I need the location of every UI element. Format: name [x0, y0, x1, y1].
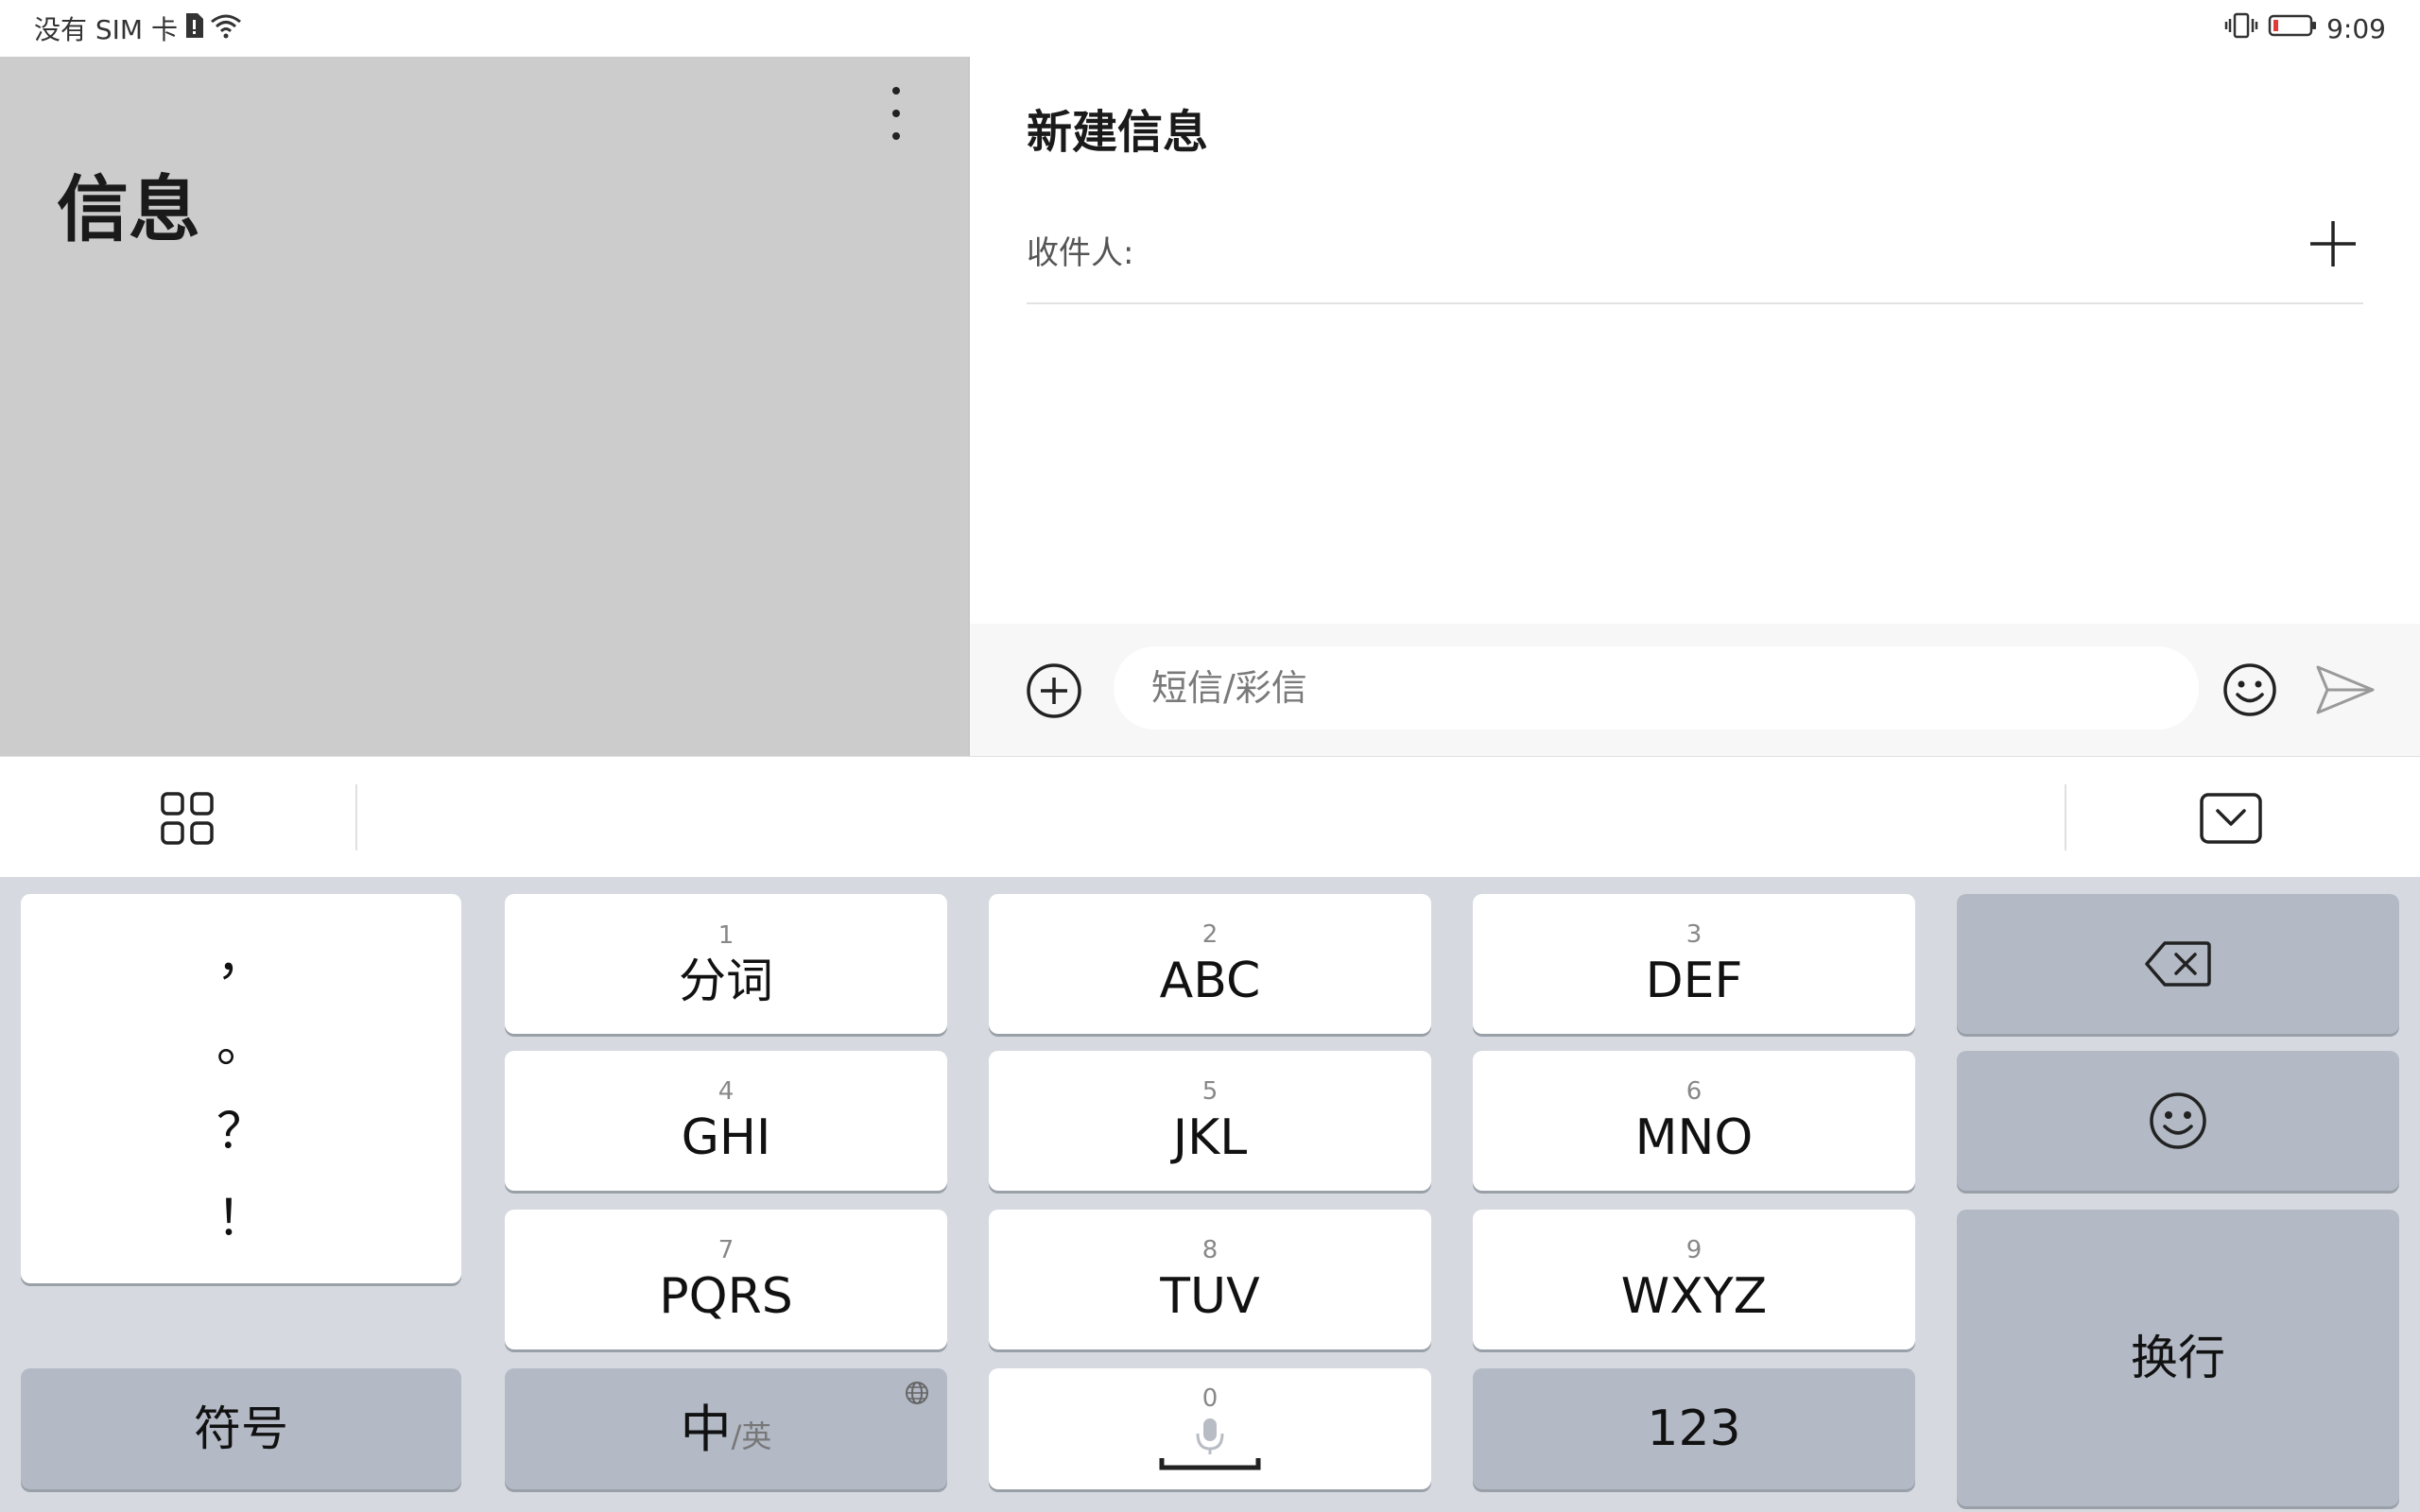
key-label: ABC	[1159, 953, 1261, 1009]
add-circle-icon	[1027, 663, 1081, 718]
add-recipient-button[interactable]	[2305, 215, 2361, 272]
keyboard-hide-icon	[2200, 793, 2262, 844]
key-7[interactable]: 7 PQRS	[505, 1210, 947, 1349]
key-number: 0	[1201, 1384, 1219, 1413]
message-input[interactable]	[1114, 646, 2199, 730]
symbol-key[interactable]: 符号	[21, 1368, 461, 1489]
punct-exclaim-key[interactable]: ！	[216, 1194, 266, 1244]
status-bar	[0, 0, 2420, 57]
key-number: 1	[717, 921, 735, 950]
emoji-icon	[2150, 1092, 2206, 1149]
symbol-key-label: 符号	[194, 1401, 288, 1456]
battery-low-icon	[2268, 12, 2317, 45]
enter-key[interactable]: 换行	[1957, 1210, 2399, 1506]
key-label: DEF	[1645, 953, 1743, 1009]
sim-alert-icon	[183, 12, 204, 45]
key-label: JKL	[1172, 1109, 1248, 1166]
key-label: WXYZ	[1620, 1268, 1768, 1325]
key-number: 5	[1201, 1077, 1219, 1106]
backspace-key[interactable]	[1957, 894, 2399, 1034]
key-number: 7	[717, 1236, 735, 1264]
key-label: PQRS	[659, 1268, 793, 1325]
emoji-icon	[2223, 663, 2276, 716]
numbers-key[interactable]: 123	[1473, 1368, 1915, 1489]
emoji-button[interactable]	[2221, 662, 2278, 718]
key-number: 6	[1685, 1077, 1703, 1106]
key-label: TUV	[1160, 1268, 1260, 1325]
punct-question-key[interactable]: ？	[216, 1108, 266, 1157]
attach-button[interactable]	[1025, 662, 1083, 720]
send-button[interactable]	[2314, 662, 2377, 718]
grid-icon	[161, 792, 214, 845]
backspace-icon	[2145, 941, 2211, 987]
key-1[interactable]: 1 分词	[505, 894, 947, 1034]
microphone-space-icon	[1159, 1418, 1261, 1470]
key-5[interactable]: 5 JKL	[989, 1051, 1431, 1191]
t9-keyboard: ， 。 ？ ！ 1 分词 2 ABC 3 DEF 4 GHI 5 JKL 6 M…	[0, 877, 2420, 1512]
more-vertical-icon[interactable]	[879, 83, 913, 144]
recipient-label: 收件人:	[1027, 234, 1134, 272]
hide-keyboard-button[interactable]	[2199, 792, 2263, 845]
status-left: 没有 SIM 卡	[34, 11, 242, 45]
key-number: 2	[1201, 920, 1219, 949]
keyboard-menu-button[interactable]	[159, 790, 216, 847]
key-label: GHI	[681, 1109, 771, 1166]
keyboard-toolbar	[0, 756, 2420, 878]
lang-zh-label: 中	[680, 1400, 732, 1459]
punct-comma-key[interactable]: ，	[216, 934, 266, 983]
numbers-key-label: 123	[1647, 1400, 1741, 1457]
key-number: 3	[1685, 920, 1703, 949]
clock-time: 9:09	[2326, 12, 2386, 44]
plus-icon	[2310, 221, 2356, 266]
key-9[interactable]: 9 WXYZ	[1473, 1210, 1915, 1349]
vibrate-icon	[2224, 12, 2258, 45]
divider	[355, 784, 357, 850]
wifi-icon	[210, 12, 242, 45]
key-number: 8	[1201, 1236, 1219, 1264]
punct-period-key[interactable]: 。	[216, 1021, 266, 1070]
key-4[interactable]: 4 GHI	[505, 1051, 947, 1191]
key-3[interactable]: 3 DEF	[1473, 894, 1915, 1034]
language-switch-key[interactable]: 中/英	[505, 1368, 947, 1489]
globe-icon	[906, 1382, 928, 1404]
status-right: 9:09	[2224, 11, 2386, 45]
key-label: 分词	[679, 954, 773, 1008]
punctuation-column[interactable]: ， 。 ？ ！	[21, 894, 461, 1283]
divider	[2065, 784, 2066, 850]
key-label: MNO	[1634, 1109, 1754, 1166]
key-number: 9	[1685, 1236, 1703, 1264]
key-6[interactable]: 6 MNO	[1473, 1051, 1915, 1191]
carrier-text: 没有 SIM 卡	[34, 14, 178, 45]
enter-key-label: 换行	[2131, 1331, 2225, 1385]
key-8[interactable]: 8 TUV	[989, 1210, 1431, 1349]
space-key[interactable]: 0	[989, 1368, 1431, 1489]
page-title: 信息	[57, 167, 200, 251]
lang-en-label: /英	[731, 1418, 772, 1454]
compose-title: 新建信息	[1027, 106, 1209, 159]
key-number: 4	[717, 1077, 735, 1106]
emoji-key[interactable]	[1957, 1051, 2399, 1191]
divider	[1027, 302, 2363, 304]
send-icon	[2316, 665, 2375, 714]
key-2[interactable]: 2 ABC	[989, 894, 1431, 1034]
